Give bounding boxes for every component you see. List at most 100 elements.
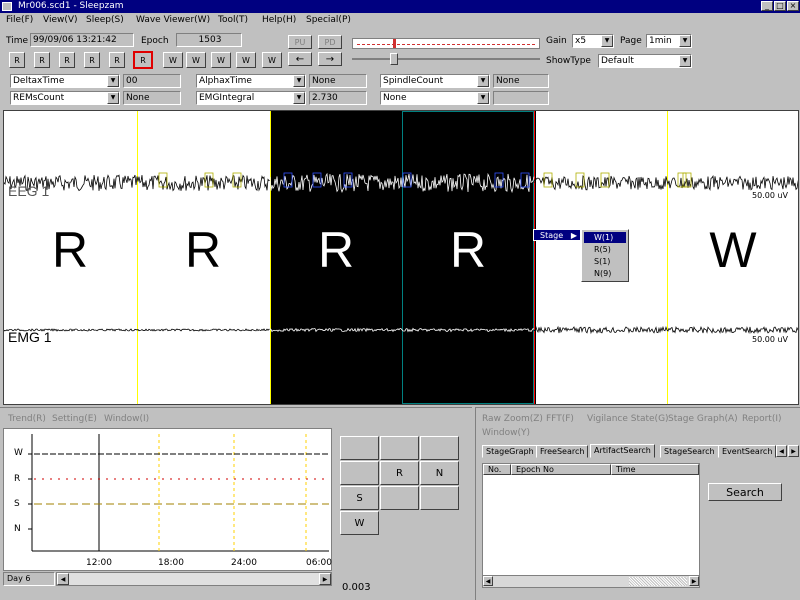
menu-file[interactable]: File(F) [6,15,33,25]
page-down-button[interactable]: PD [318,35,342,49]
menu-raw-zoom[interactable]: Raw Zoom(Z) [482,414,543,424]
position-slider-thumb[interactable] [390,53,398,65]
stage-button-r[interactable]: R [34,52,50,68]
signal-viewer[interactable]: R R R R W EEG 1 50.00 uV EMG 1 50.00 uV [3,110,799,405]
chevron-down-icon[interactable]: ▼ [679,35,691,47]
tab-event-search[interactable]: EventSearch [718,445,777,458]
table-scrollbar[interactable]: ◀ ▶ [483,575,699,587]
page-up-button[interactable]: PU [288,35,312,49]
scroll-thumb[interactable] [629,577,687,586]
close-button[interactable]: × [787,1,799,11]
tab-free-search[interactable]: FreeSearch [536,445,589,458]
trend-x-label: 06:00 [306,558,332,568]
menu-special[interactable]: Special(P) [306,15,351,25]
search-button[interactable]: Search [708,483,782,501]
measure-select-extra[interactable]: None ▼ [380,91,490,105]
menu-tool[interactable]: Tool(T) [218,15,248,25]
app-icon [2,2,12,11]
prev-epoch-button[interactable]: ← [288,52,312,66]
tab-stage-graph[interactable]: StageGraph [482,445,538,458]
search-results-table[interactable]: No. Epoch No Time ◀ ▶ [482,463,700,588]
stage-button-r[interactable]: R [109,52,125,68]
grid-empty-button[interactable] [340,461,379,485]
measure-select-alpha[interactable]: AlphaxTime ▼ [196,74,306,88]
column-header-time[interactable]: Time [611,464,699,475]
tab-stage-search[interactable]: StageSearch [660,445,719,458]
grid-button-w[interactable]: W [340,511,379,535]
stage-button-current[interactable]: R [133,51,153,69]
stage-button-w[interactable]: W [262,52,282,68]
gain-select[interactable]: x5 ▼ [572,34,614,48]
stage-button-w[interactable]: W [236,52,256,68]
chevron-down-icon[interactable]: ▼ [107,75,119,87]
grid-button-s[interactable]: S [340,486,379,510]
stage-button-r[interactable]: R [84,52,100,68]
submenu-item-n[interactable]: N(9) [584,268,626,279]
emg-trace [533,325,798,335]
chevron-down-icon[interactable]: ▼ [679,55,691,67]
menu-help[interactable]: Help(H) [262,15,296,25]
menu-vigilance[interactable]: Vigilance State(G) [587,414,669,424]
column-header-no[interactable]: No. [483,464,511,475]
chevron-down-icon[interactable]: ▼ [601,35,613,47]
grid-empty-button[interactable] [420,436,459,460]
tab-artifact-search[interactable]: ArtifactSearch [590,444,655,458]
showtype-select[interactable]: Default ▼ [598,54,692,68]
chevron-down-icon[interactable]: ▼ [293,75,305,87]
chevron-down-icon[interactable]: ▼ [293,92,305,104]
menu-stage-graph[interactable]: Stage Graph(A) [668,414,738,424]
grid-button-n[interactable]: N [420,461,459,485]
menu-setting[interactable]: Setting(E) [52,414,97,424]
channel-scale-emg: 50.00 uV [752,335,788,344]
measure-select-emg[interactable]: EMGIntegral ▼ [196,91,306,105]
position-slider-track[interactable] [352,58,540,60]
next-epoch-button[interactable]: → [318,52,342,66]
menu-window[interactable]: Window(I) [104,414,149,424]
scroll-right-icon[interactable]: ▶ [689,576,699,586]
menu-sleep[interactable]: Sleep(S) [86,15,124,25]
tab-scroll-right-icon[interactable]: ▶ [788,445,799,457]
measure-select-spindle[interactable]: SpindleCount ▼ [380,74,490,88]
submenu-item-s[interactable]: S(1) [584,256,626,267]
column-header-epoch[interactable]: Epoch No [511,464,611,475]
menu-view[interactable]: View(V) [43,15,78,25]
measure-select-delta[interactable]: DeltaxTime ▼ [10,74,120,88]
chevron-down-icon[interactable]: ▼ [477,75,489,87]
trend-scrollbar[interactable]: ◀ ▶ [56,572,332,586]
epoch-stage-label: R [51,222,89,278]
stage-button-w[interactable]: W [186,52,206,68]
scroll-right-icon[interactable]: ▶ [319,573,331,585]
event-marker [158,172,168,188]
minimize-button[interactable]: _ [761,1,773,11]
stage-button-w[interactable]: W [211,52,231,68]
menu-wave-viewer[interactable]: Wave Viewer(W) [136,15,210,25]
grid-button-r[interactable]: R [380,461,419,485]
submenu-item-w[interactable]: W(1) [584,232,626,243]
grid-empty-button[interactable] [380,436,419,460]
maximize-button[interactable]: □ [774,1,786,11]
stage-button-w[interactable]: W [163,52,183,68]
chevron-down-icon[interactable]: ▼ [107,92,119,104]
trend-graph[interactable]: W R S N 12:00 18:00 24:00 06:00 [3,428,332,571]
context-menu-stage[interactable]: Stage ▶ [533,229,581,241]
gain-label: Gain [546,36,567,46]
grid-empty-button[interactable] [380,486,419,510]
scroll-left-icon[interactable]: ◀ [57,573,69,585]
submenu-item-r[interactable]: R(5) [584,244,626,255]
menu-report[interactable]: Report(I) [742,414,782,424]
menu-fft[interactable]: FFT(F) [546,414,574,424]
tab-scroll-left-icon[interactable]: ◀ [776,445,787,457]
grid-empty-button[interactable] [340,436,379,460]
grid-empty-button[interactable] [420,486,459,510]
page-select[interactable]: 1min ▼ [646,34,692,48]
menu-window[interactable]: Window(Y) [482,428,530,438]
stage-submenu: W(1) R(5) S(1) N(9) [581,229,629,282]
stage-button-r[interactable]: R [59,52,75,68]
measure-select-value: SpindleCount [383,76,444,86]
chevron-down-icon[interactable]: ▼ [477,92,489,104]
menu-trend[interactable]: Trend(R) [8,414,46,424]
stage-button-r[interactable]: R [9,52,25,68]
scroll-left-icon[interactable]: ◀ [483,576,493,586]
measure-select-rems[interactable]: REMsCount ▼ [10,91,120,105]
overview-strip[interactable] [352,38,540,49]
